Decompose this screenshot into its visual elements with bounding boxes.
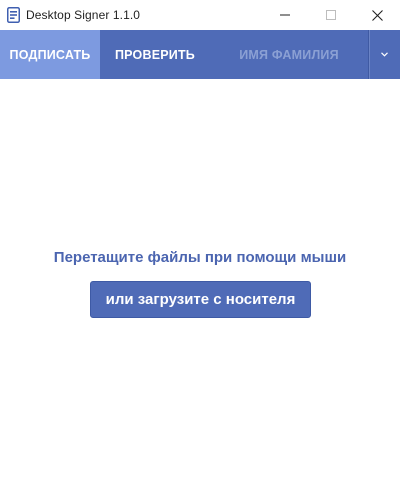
title-bar[interactable]: Desktop Signer 1.1.0 [0,0,400,30]
app-window: Desktop Signer 1.1.0 ПОДПИСАТЬ ПРОВЕРИТЬ [0,0,400,481]
tab-user[interactable]: ИМЯ ФАМИЛИЯ [210,30,368,79]
tab-bar: ПОДПИСАТЬ ПРОВЕРИТЬ ИМЯ ФАМИЛИЯ [0,30,400,79]
chevron-down-icon [381,52,388,57]
upload-button-label: или загрузите с носителя [105,291,296,308]
window-title: Desktop Signer 1.1.0 [26,8,141,22]
user-menu-dropdown[interactable] [368,30,400,79]
tab-verify[interactable]: ПРОВЕРИТЬ [100,30,210,79]
close-button[interactable] [354,0,400,30]
upload-from-media-button[interactable]: или загрузите с носителя [90,281,311,318]
drop-hint-text: Перетащите файлы при помощи мыши [53,249,347,266]
tab-verify-label: ПРОВЕРИТЬ [115,47,195,62]
document-sign-icon [7,7,20,23]
close-icon [371,9,383,21]
minimize-button[interactable] [262,0,308,30]
minimize-icon [280,14,290,16]
tab-sign[interactable]: ПОДПИСАТЬ [0,30,100,79]
maximize-icon [326,10,336,20]
maximize-button[interactable] [308,0,354,30]
tab-sign-label: ПОДПИСАТЬ [9,47,91,62]
drop-zone[interactable]: Перетащите файлы при помощи мыши или заг… [0,79,400,481]
tab-user-label: ИМЯ ФАМИЛИЯ [239,47,339,62]
